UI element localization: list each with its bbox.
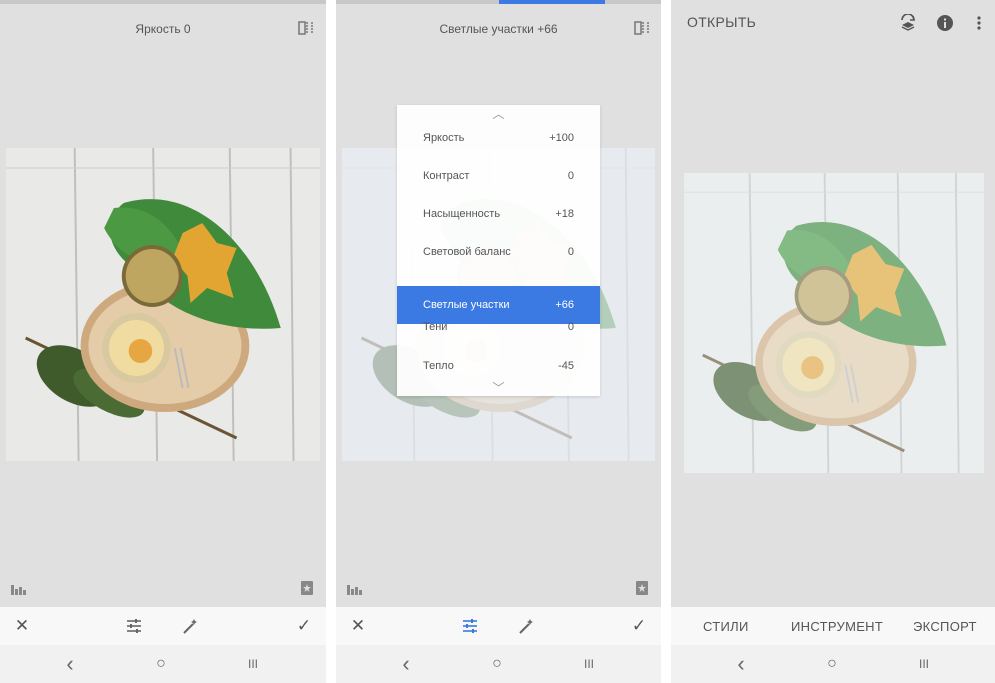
adjustment-title: Яркость 0 xyxy=(135,22,191,36)
edit-toolbar: ✕ ✓ xyxy=(336,607,661,645)
check-icon[interactable]: ✓ xyxy=(625,607,653,645)
check-icon[interactable]: ✓ xyxy=(290,607,318,645)
menu-item-ambience[interactable]: Световой баланс 0 xyxy=(397,234,600,270)
recent-apps-icon[interactable]: III xyxy=(576,645,602,683)
home-icon[interactable]: ○ xyxy=(149,645,173,683)
magic-wand-icon[interactable] xyxy=(518,618,535,635)
menu-item-contrast[interactable]: Контраст 0 xyxy=(397,158,600,194)
photo-canvas[interactable] xyxy=(6,148,320,461)
editor-panel-brightness: Яркость 0 ✕ ✓ ‹ ○ III xyxy=(0,0,326,683)
magic-wand-icon[interactable] xyxy=(182,618,199,635)
menu-item-brightness[interactable]: Яркость +100 xyxy=(397,120,600,156)
back-icon[interactable]: ‹ xyxy=(394,645,418,683)
histogram-icon[interactable] xyxy=(11,581,27,595)
tab-styles[interactable]: СТИЛИ xyxy=(703,607,749,645)
progress-indicator xyxy=(499,0,605,4)
bookmark-icon[interactable] xyxy=(634,581,650,595)
open-button[interactable]: ОТКРЫТЬ xyxy=(687,14,756,30)
editor-panel-highlights: Светлые участки +66 ︿ Яркость +100 Контра… xyxy=(336,0,661,683)
recent-apps-icon[interactable]: III xyxy=(240,645,266,683)
progress-track xyxy=(0,0,326,4)
menu-item-shadows[interactable]: Тени 0 xyxy=(397,318,600,336)
back-icon[interactable]: ‹ xyxy=(729,645,753,683)
photo-brightness-overlay xyxy=(684,173,984,473)
system-navbar: ‹ ○ III xyxy=(336,645,661,683)
more-vert-icon[interactable] xyxy=(976,15,982,31)
compare-icon[interactable] xyxy=(298,20,314,36)
tab-export[interactable]: ЭКСПОРТ xyxy=(913,607,977,645)
compare-icon[interactable] xyxy=(634,20,650,36)
info-icon[interactable] xyxy=(936,14,954,32)
edit-toolbar: ✕ ✓ xyxy=(0,607,326,645)
home-icon[interactable]: ○ xyxy=(820,645,844,683)
tune-icon[interactable] xyxy=(126,618,142,634)
tab-tools[interactable]: ИНСТРУМЕНТ xyxy=(791,607,883,645)
back-icon[interactable]: ‹ xyxy=(58,645,82,683)
main-tab-bar: СТИЛИ ИНСТРУМЕНТ ЭКСПОРТ xyxy=(671,607,995,645)
layers-undo-icon[interactable] xyxy=(899,14,917,32)
close-icon[interactable]: ✕ xyxy=(8,607,36,645)
adjustment-title: Светлые участки +66 xyxy=(439,22,558,36)
histogram-icon[interactable] xyxy=(347,581,363,595)
menu-item-saturation[interactable]: Насыщенность +18 xyxy=(397,196,600,232)
close-icon[interactable]: ✕ xyxy=(344,607,372,645)
tune-icon[interactable] xyxy=(462,618,478,634)
editor-panel-main: ОТКРЫТЬ СТИЛИ ИНСТРУМЕНТ ЭКСПОРТ ‹ ○ III xyxy=(671,0,995,683)
recent-apps-icon[interactable]: III xyxy=(911,645,937,683)
system-navbar: ‹ ○ III xyxy=(671,645,995,683)
system-navbar: ‹ ○ III xyxy=(0,645,326,683)
bookmark-icon[interactable] xyxy=(299,581,315,595)
menu-scroll-down-icon[interactable]: ﹀ xyxy=(397,379,600,396)
home-icon[interactable]: ○ xyxy=(485,645,509,683)
adjustment-menu: ︿ Яркость +100 Контраст 0 Насыщенность +18 … xyxy=(397,105,600,396)
